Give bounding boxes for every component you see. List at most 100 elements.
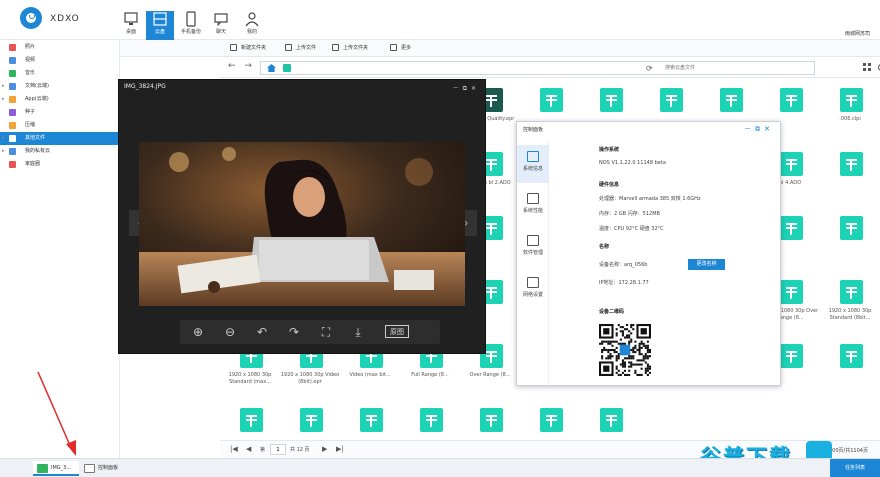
qr-heading: 设备二维码 xyxy=(599,309,625,315)
control-panel-icon xyxy=(84,464,95,473)
tab-system-performance[interactable]: 系统性能 xyxy=(517,187,549,225)
home-icon[interactable] xyxy=(267,64,276,72)
more-button[interactable]: 更多 xyxy=(390,44,411,51)
file-icon xyxy=(780,88,803,112)
file-item[interactable] xyxy=(340,398,400,438)
category-icon xyxy=(9,57,16,64)
apps-icon xyxy=(527,235,539,246)
user-icon xyxy=(245,12,259,27)
upload-folder-button[interactable]: 上传文件夹 xyxy=(332,44,368,51)
nav-chat[interactable]: 聊天 xyxy=(207,11,235,40)
grid-view-icon[interactable] xyxy=(863,63,871,71)
file-item[interactable] xyxy=(820,206,880,266)
refresh-icon[interactable]: ⟳ xyxy=(646,64,653,73)
category-icon xyxy=(9,122,16,129)
expand-arrow-icon[interactable]: ▸ xyxy=(2,145,5,158)
new-folder-button[interactable]: 新建文件夹 xyxy=(230,44,266,51)
address-bar: ← → ⟳ xyxy=(220,58,880,78)
zoom-in-icon[interactable]: ⊕ xyxy=(190,324,206,340)
back-icon[interactable]: ← xyxy=(228,61,236,71)
sidebar-item[interactable]: ▸ 我的私有云 xyxy=(0,145,119,158)
file-name: .006.clpi xyxy=(839,116,861,122)
expand-arrow-icon[interactable]: ▸ xyxy=(2,132,5,145)
minimize-icon[interactable]: － xyxy=(453,85,463,92)
sidebar-item[interactable]: 种子 xyxy=(0,106,119,119)
name-heading: 名称 xyxy=(599,244,610,250)
nav-mine[interactable]: 我的 xyxy=(238,11,266,40)
file-icon xyxy=(480,408,503,432)
file-item[interactable] xyxy=(520,398,580,438)
breadcrumb-folder-icon[interactable] xyxy=(283,64,291,72)
sidebar-item-label: 其他文件 xyxy=(25,135,46,141)
tab-software-management[interactable]: 软件管理 xyxy=(517,229,549,267)
sidebar-item[interactable]: 照片 xyxy=(0,41,119,54)
close-icon[interactable]: ✕ xyxy=(471,85,480,92)
page-prefix: 第 xyxy=(260,447,266,453)
restore-icon[interactable]: ⧉ xyxy=(755,125,764,133)
sidebar-item-label: 视频 xyxy=(25,57,36,63)
viewer-toolbar: ⊕ ⊖ ↶ ↷ ⛶ ⤓ 原图 xyxy=(180,320,440,344)
sidebar-item[interactable]: 视频 xyxy=(0,54,119,67)
category-icon xyxy=(9,83,16,90)
next-page-icon[interactable]: ▶ xyxy=(322,445,327,453)
nav-cloud-disk[interactable]: 云盘 xyxy=(146,11,174,40)
file-name: Full Range (8... xyxy=(411,372,449,378)
sidebar-item[interactable]: ▸ 文档(云端) xyxy=(0,80,119,93)
expand-arrow-icon[interactable]: ▸ xyxy=(2,80,5,93)
original-size-button[interactable]: 原图 xyxy=(385,325,409,338)
file-item[interactable] xyxy=(400,398,460,438)
path-box[interactable]: ⟳ xyxy=(260,61,880,75)
file-icon xyxy=(840,152,863,176)
rename-button[interactable]: 更改名称 xyxy=(688,259,725,270)
task-list-button[interactable]: 任务列表 xyxy=(830,459,880,477)
tab-system-info[interactable]: 系统信息 xyxy=(517,145,549,183)
zoom-out-icon[interactable]: ⊖ xyxy=(222,324,238,340)
nav-desktop[interactable]: 桌面 xyxy=(117,11,145,40)
monitor-icon xyxy=(527,151,539,162)
file-item[interactable]: .006.clpi xyxy=(820,78,880,138)
user-name[interactable]: 雨城网苏司 xyxy=(845,30,870,37)
sidebar-item[interactable]: 压缩 xyxy=(0,119,119,132)
minimize-icon[interactable]: － xyxy=(744,125,755,133)
sidebar-item-label: 压缩 xyxy=(25,122,36,128)
last-page-icon[interactable]: ▶| xyxy=(336,445,344,453)
tab-network-settings[interactable]: 网络设置 xyxy=(517,271,549,309)
file-name: Over Range (8... xyxy=(469,372,511,378)
file-item[interactable] xyxy=(220,398,280,438)
sidebar-item-label: App(云端) xyxy=(25,96,49,102)
file-item[interactable]: 1920 x 1080 30p Standard (8bit... xyxy=(820,270,880,330)
file-item[interactable] xyxy=(580,398,640,438)
file-item[interactable] xyxy=(820,142,880,202)
taskbar: IMG_3... 控制面板 任务列表 xyxy=(0,458,880,477)
rotate-left-icon[interactable]: ↶ xyxy=(254,324,270,340)
app-window: XDXO 桌面 云盘 手机备份 聊天 我的 雨城网苏司 照片 视频 音乐 ▸ 文档(云端… xyxy=(0,0,880,477)
first-page-icon[interactable]: |◀ xyxy=(230,445,238,453)
sidebar-item[interactable]: ▸ App(云端) xyxy=(0,93,119,106)
expand-arrow-icon[interactable]: ▸ xyxy=(2,93,5,106)
fit-screen-icon[interactable]: ⛶ xyxy=(318,324,334,340)
file-item[interactable] xyxy=(820,334,880,394)
sidebar-item[interactable]: ▸ 其他文件 xyxy=(0,132,119,145)
category-icon xyxy=(9,44,16,51)
upload-file-button[interactable]: 上传文件 xyxy=(285,44,316,51)
close-icon[interactable]: ✕ xyxy=(764,125,774,133)
page-count: 100页/共1104页 xyxy=(829,448,868,454)
task-control-panel[interactable]: 控制面板 xyxy=(80,461,130,476)
forward-icon[interactable]: → xyxy=(244,61,252,71)
restore-icon[interactable]: ⧉ xyxy=(463,85,471,92)
prev-page-icon[interactable]: ◀ xyxy=(246,445,251,453)
sidebar-item[interactable]: 音乐 xyxy=(0,67,119,80)
photo-image xyxy=(139,142,465,306)
file-name: Video (max bit... xyxy=(349,372,391,378)
file-item[interactable] xyxy=(280,398,340,438)
sidebar-item[interactable]: 家庭圈 xyxy=(0,158,119,171)
rotate-right-icon[interactable]: ↷ xyxy=(286,324,302,340)
search-input[interactable] xyxy=(661,62,880,74)
file-name: 1920 x 1080 30p Standard (max... xyxy=(228,372,272,385)
sidebar-item-label: 我的私有云 xyxy=(25,148,51,154)
page-input[interactable] xyxy=(270,444,286,455)
download-icon[interactable]: ⤓ xyxy=(350,324,366,340)
task-photo-viewer[interactable]: IMG_3... xyxy=(33,461,79,476)
file-item[interactable] xyxy=(460,398,520,438)
nav-phone-backup[interactable]: 手机备份 xyxy=(177,11,205,40)
